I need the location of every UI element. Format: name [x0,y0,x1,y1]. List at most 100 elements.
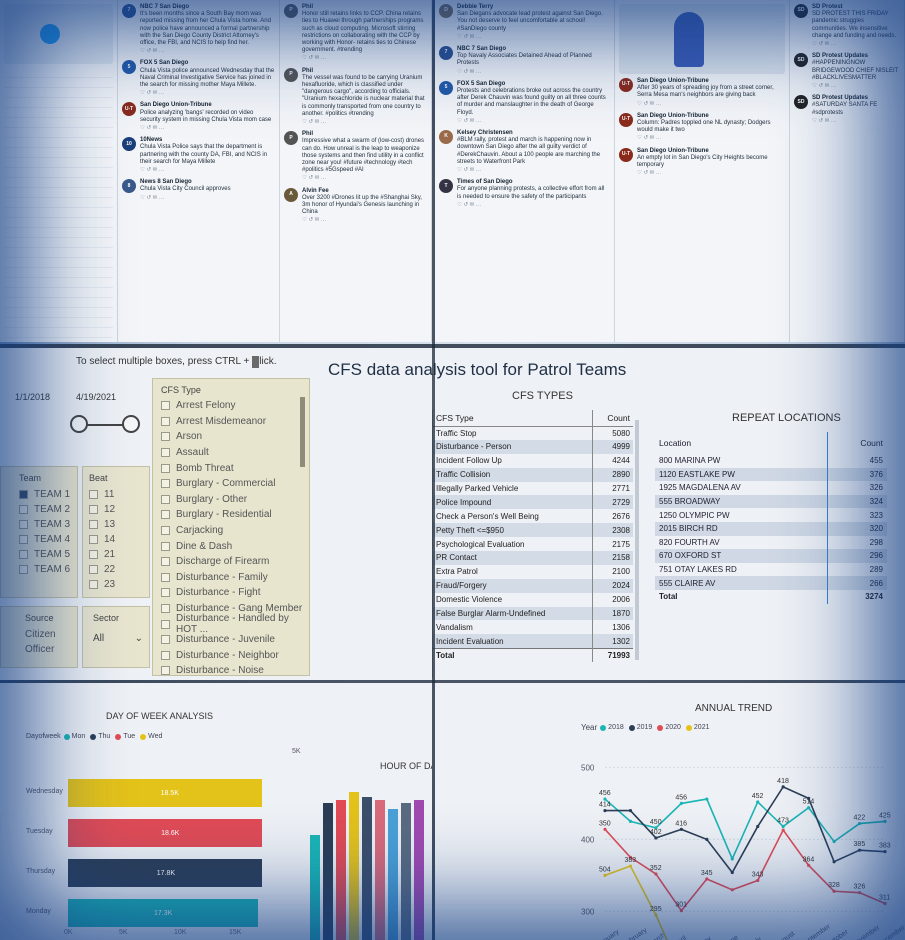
team-option[interactable]: TEAM 5 [19,547,73,562]
avatar[interactable]: P [284,67,298,82]
avatar[interactable]: U-T [122,102,136,117]
table-row[interactable]: Police Impound 2729 [433,495,633,510]
avatar[interactable]: U-T [619,112,633,127]
hod-bar[interactable] [388,809,398,940]
tweet-author[interactable]: Alvin Fee [302,188,427,195]
table-row[interactable]: Vandalism 1306 [433,620,633,635]
table-row[interactable]: 751 OTAY LAKES RD 289 [655,562,887,577]
table-row[interactable]: 820 FOURTH AV 298 [655,535,887,550]
checkbox[interactable] [19,535,28,544]
tweet-actions[interactable]: ♡ ↺ ✉ … [140,90,275,97]
checkbox[interactable] [19,505,28,514]
tweet-actions[interactable]: ♡ ↺ ✉ … [457,118,610,125]
table-row[interactable]: 2015 BIRCH RD 320 [655,521,887,536]
hod-bar[interactable] [414,800,424,940]
hod-bar[interactable] [349,791,359,940]
tweet-actions[interactable]: ♡ ↺ ✉ … [302,175,427,182]
tweet[interactable]: 8 News 8 San Diego Chula Vista City Counci… [122,179,275,202]
tweet-actions[interactable]: ♡ ↺ ✉ … [140,195,275,202]
tweet-author[interactable]: San Diego Union-Tribune [140,102,275,109]
tweet-actions[interactable]: ♡ ↺ ✉ … [302,217,427,224]
tweet[interactable]: U-T San Diego Union-Tribune Police analyzi… [122,102,275,132]
avatar[interactable]: P [284,131,298,146]
cfs-type-option[interactable]: Disturbance - Handled by HOT ... [161,613,309,635]
sector-dropdown[interactable]: All ⌄ [93,633,143,644]
checkbox[interactable] [19,565,28,574]
table-row[interactable]: Extra Patrol 2100 [433,564,633,579]
table-row[interactable]: Incident Evaluation 1302 [433,634,633,649]
tweet-author[interactable]: SD Protest Updates [812,53,900,60]
avatar[interactable]: 5 [122,60,136,75]
date-start[interactable]: 1/1/2018 [15,392,50,402]
avatar[interactable]: P [284,4,298,18]
checkbox[interactable] [19,520,28,529]
checkbox[interactable] [19,550,28,559]
beat-option[interactable]: 13 [89,517,143,532]
table-row[interactable]: Check a Person's Well Being 2676 [433,509,633,524]
tweet-actions[interactable]: ♡ ↺ ✉ … [637,101,785,108]
table-row[interactable]: 670 OXFORD ST 296 [655,549,887,563]
tweet-author[interactable]: NBC 7 San Diego [457,46,610,53]
tweet-author[interactable]: San Diego Union-Tribune [637,78,785,85]
cfs-type-option[interactable]: Bomb Threat [161,460,309,476]
table-row[interactable]: False Burglar Alarm-Undefined 1870 [433,606,633,621]
dow-bar[interactable]: 17.8K [68,859,264,887]
checkbox[interactable] [161,463,170,473]
checkbox[interactable] [161,416,170,426]
tweet-column-4[interactable]: U-T San Diego Union-Tribune After 30 years… [615,0,790,342]
avatar[interactable]: 5 [439,80,453,95]
cfs-type-scrollbar[interactable] [300,397,305,467]
dow-legend-item[interactable]: Mon [63,733,85,740]
repeat-col-count[interactable]: Count [826,432,887,454]
cfs-type-option[interactable]: Assault [161,445,309,461]
tweet[interactable]: U-T San Diego Union-Tribune After 30 years… [619,78,785,108]
tweet[interactable]: SD SD Protest SD PROTEST THIS FRIDAY pande… [794,4,900,48]
tweet[interactable]: 10 10News Chula Vista Police says that the… [122,137,275,174]
avatar[interactable]: A [284,187,298,202]
beat-option[interactable]: 23 [89,577,143,592]
checkbox[interactable] [161,572,170,582]
cfs-type-option[interactable]: Arrest Misdemeanor [161,414,309,430]
cfs-type-option[interactable]: Arrest Felony [161,398,309,414]
beat-option[interactable]: 12 [89,502,143,517]
checkbox[interactable] [19,490,28,499]
tweet-author[interactable]: Kelsey Christensen [457,130,610,137]
tweet-actions[interactable]: ♡ ↺ ✉ … [457,167,610,174]
hod-bar[interactable] [362,797,372,940]
tweet-column-0[interactable] [0,0,118,342]
tweet[interactable]: D Debbie Terry San Diegans advocate lead p… [439,4,610,41]
table-row[interactable]: 1250 OLYMPIC PW 323 [655,508,887,522]
checkbox[interactable] [161,557,170,567]
cfs-type-option[interactable]: Arson [161,429,309,445]
table-row[interactable]: 800 MARINA PW 455 [655,454,887,468]
tweet-author[interactable]: Phil [302,4,427,11]
tweet[interactable]: A Alvin Fee Over 3200 #Drones lit up the #… [284,187,427,225]
table-row[interactable]: Domestic Violence 2006 [433,592,633,607]
team-option[interactable]: TEAM 6 [19,562,73,577]
checkbox[interactable] [161,448,170,458]
checkbox[interactable] [89,580,98,589]
checkbox[interactable] [89,505,98,514]
tweet[interactable]: SD SD Protest Updates #HAPPENINGNOW BRIDGE… [794,53,900,90]
tweet-author[interactable]: FOX 5 San Diego [140,60,275,67]
table-row[interactable]: PR Contact 2158 [433,551,633,565]
tweet-column-3[interactable]: D Debbie Terry San Diegans advocate lead p… [435,0,615,342]
checkbox[interactable] [161,650,170,660]
tweet-author[interactable]: SD Protest [812,4,900,11]
tweet[interactable]: U-T San Diego Union-Tribune An empty lot i… [619,147,785,178]
tweet-actions[interactable]: ♡ ↺ ✉ … [637,170,785,177]
cfs-type-option[interactable]: Dine & Dash [161,538,309,554]
hod-bar[interactable] [401,803,411,940]
date-slider-start-handle[interactable] [70,415,88,433]
checkbox[interactable] [161,604,170,614]
avatar[interactable]: SD [794,53,808,68]
team-option[interactable]: TEAM 4 [19,532,73,547]
cfs-type-option[interactable]: Disturbance - Family [161,570,309,586]
tweet-actions[interactable]: ♡ ↺ ✉ … [302,55,427,62]
hod-bar[interactable] [323,803,333,940]
checkbox[interactable] [161,479,170,489]
tweet[interactable]: SD SD Protest Updates #SATURDAY SANTA FE #… [794,95,900,125]
cfs-types-scrollbar[interactable] [635,420,639,660]
tweet-actions[interactable]: ♡ ↺ ✉ … [140,48,275,55]
table-row[interactable]: Disturbance - Person 4999 [433,439,633,454]
